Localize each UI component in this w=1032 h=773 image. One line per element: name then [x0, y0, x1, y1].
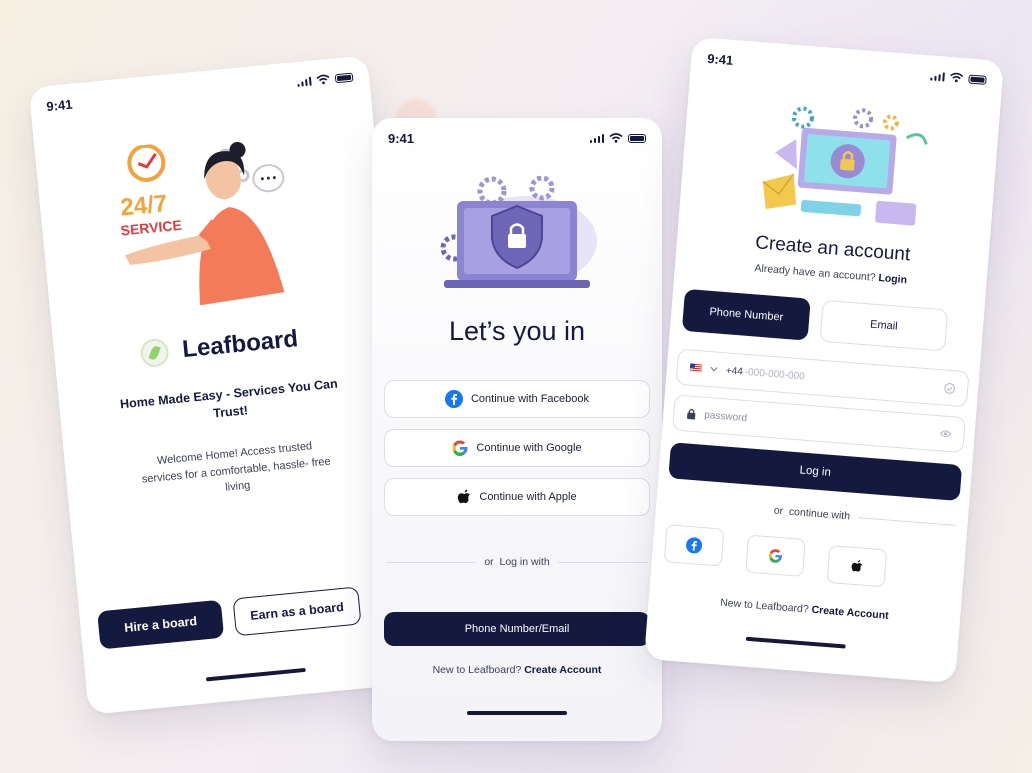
signal-icon [296, 76, 312, 87]
google-icon [453, 440, 468, 456]
security-laptop-illustration [440, 176, 597, 288]
continue-divider: or continue with [668, 496, 956, 531]
home-indicator [467, 711, 567, 715]
tab-phone-number[interactable]: Phone Number [681, 288, 811, 341]
flag-icon [689, 363, 703, 373]
signup-prompt-row: New to Leafboard? Create Account [648, 591, 960, 627]
continue-facebook-button[interactable]: Continue with Facebook [384, 380, 650, 418]
tagline: Home Made Easy - Services You Can Trust! [119, 376, 339, 421]
wifi-icon [609, 133, 623, 143]
home-indicator [205, 667, 306, 682]
status-bar: 9:41 [690, 37, 1004, 101]
signal-icon [589, 133, 604, 143]
facebook-login-button[interactable] [663, 524, 725, 567]
lock-icon [687, 408, 696, 420]
description: Welcome Home! Access trusted services fo… [141, 440, 332, 494]
brand-name: Leafboard [181, 325, 300, 364]
facebook-icon [686, 537, 703, 554]
continue-google-button[interactable]: Continue with Google [384, 429, 650, 467]
brand-logo [139, 337, 170, 369]
earn-board-button[interactable]: Earn as a board [232, 586, 362, 637]
signup-prompt-row: New to Leafboard? Create Account [372, 664, 662, 676]
status-time: 9:41 [706, 50, 734, 68]
continue-apple-label: Continue with Apple [479, 491, 577, 503]
signal-icon [929, 70, 945, 82]
battery-icon [968, 73, 987, 85]
status-bar: 9:41 [372, 118, 662, 158]
status-time: 9:41 [45, 96, 74, 114]
continue-google-label: Continue with Google [476, 442, 582, 454]
phone-placeholder: -000-000-000 [744, 366, 806, 383]
home-indicator [745, 636, 846, 649]
battery-icon [334, 72, 354, 83]
eye-icon[interactable] [939, 429, 952, 438]
have-account-prompt: Already have an account? [754, 262, 877, 284]
login-options-screen: 9:41 Let’s you in Continue with Facebook… [372, 118, 662, 741]
apple-icon [458, 489, 471, 504]
signup-prompt: New to Leafboard? [432, 664, 522, 676]
account-security-illustration [762, 106, 928, 226]
onboarding-screen: 9:41 24/7 SERVICE Leafboard Home Made Ea… [28, 55, 428, 715]
screen-title: Let’s you in [448, 316, 586, 346]
check-icon [944, 382, 955, 394]
phone-email-button[interactable]: Phone Number/Email [384, 612, 650, 646]
hire-board-button[interactable]: Hire a board [97, 599, 225, 650]
apple-login-button[interactable] [826, 545, 888, 588]
wifi-icon [316, 74, 330, 85]
status-bar: 9:41 [29, 55, 371, 127]
battery-icon [628, 133, 646, 143]
continue-apple-button[interactable]: Continue with Apple [384, 478, 650, 516]
password-placeholder: password [703, 409, 748, 424]
create-account-link[interactable]: Create Account [811, 604, 889, 622]
illustration-text-247: 24/7 [119, 190, 168, 221]
signup-prompt: New to Leafboard? [719, 596, 810, 616]
create-account-link[interactable]: Create Account [524, 664, 601, 676]
login-divider: or Log in with [386, 556, 648, 568]
google-login-button[interactable] [745, 534, 806, 578]
login-button[interactable]: Log in [668, 442, 963, 502]
chevron-down-icon [710, 366, 718, 372]
apple-icon [851, 560, 863, 572]
continue-facebook-label: Continue with Facebook [470, 393, 589, 405]
customer-service-illustration: 24/7 SERVICE [119, 142, 285, 306]
tab-email[interactable]: Email [819, 299, 949, 352]
login-link[interactable]: Login [878, 272, 907, 286]
google-icon [769, 549, 783, 563]
create-account-screen: 9:41 Create an account Already have an a… [644, 36, 1004, 684]
wifi-icon [950, 72, 964, 83]
facebook-icon [444, 390, 463, 408]
status-time: 9:41 [388, 130, 415, 146]
phone-prefix: +44 [725, 364, 744, 378]
